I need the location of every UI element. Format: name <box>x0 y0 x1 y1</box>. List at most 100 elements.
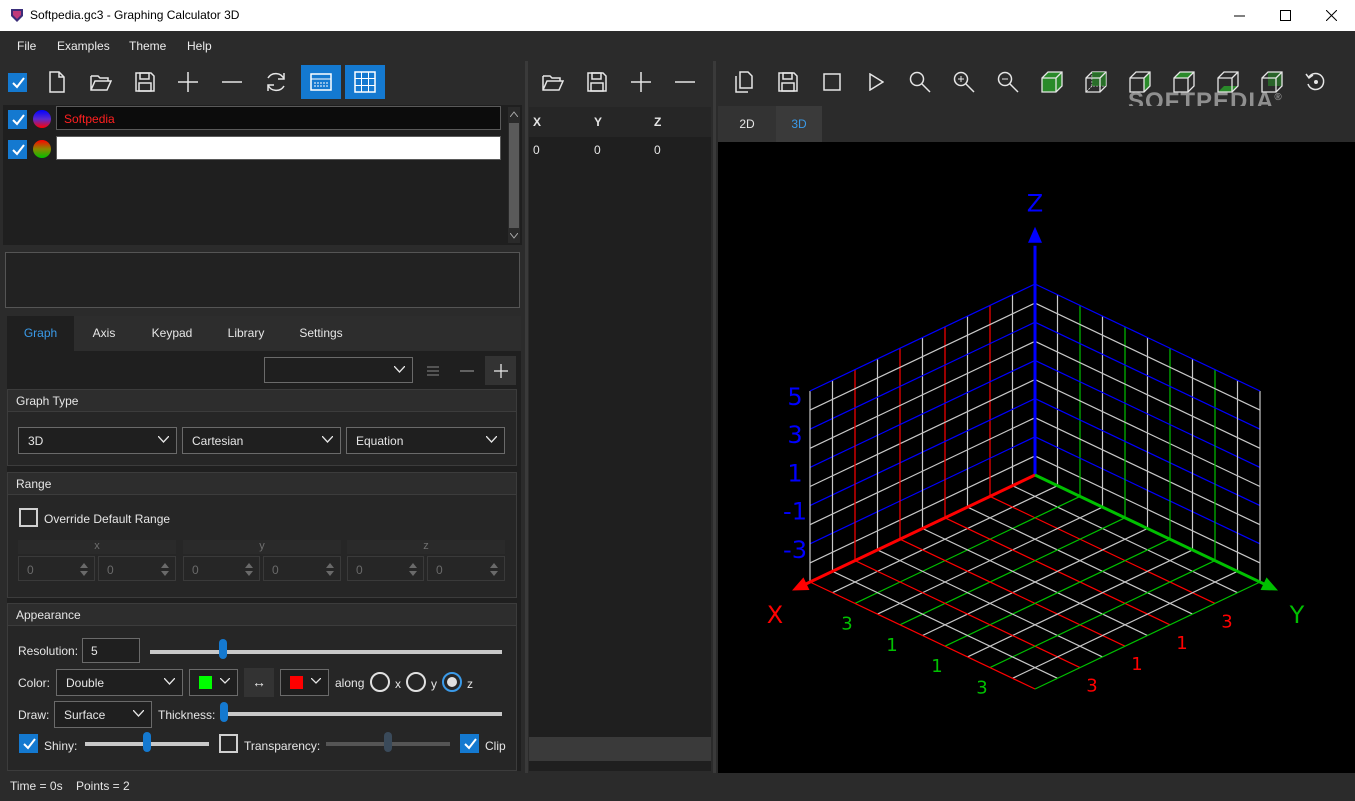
preset-list-button[interactable] <box>417 356 448 385</box>
table-remove-button[interactable] <box>665 65 705 99</box>
color-mode-select[interactable]: Double <box>56 669 183 696</box>
spin-down-icon[interactable] <box>490 571 498 576</box>
range-z-max[interactable]: 0 <box>427 556 505 581</box>
resolution-slider-thumb[interactable] <box>218 639 227 659</box>
tab-3d[interactable]: 3D <box>776 106 822 142</box>
spin-down-icon[interactable] <box>245 571 253 576</box>
zoom-out-button[interactable] <box>988 65 1028 99</box>
color-2-picker[interactable] <box>280 669 329 696</box>
table-save-button[interactable] <box>577 65 617 99</box>
scroll-thumb[interactable] <box>509 123 519 228</box>
range-z-min[interactable]: 0 <box>347 556 424 581</box>
close-button[interactable] <box>1308 0 1354 31</box>
zoom-in-button[interactable] <box>944 65 984 99</box>
play-button[interactable] <box>856 65 896 99</box>
range-y-max[interactable]: 0 <box>263 556 341 581</box>
menu-theme[interactable]: Theme <box>129 39 166 53</box>
clip-checkbox[interactable] <box>460 734 479 753</box>
maximize-button[interactable] <box>1262 0 1308 31</box>
equation-1-color-icon[interactable] <box>32 109 52 129</box>
resolution-slider[interactable] <box>150 650 502 654</box>
spin-up-icon[interactable] <box>409 563 417 568</box>
table-add-button[interactable] <box>621 65 661 99</box>
add-equation-button[interactable] <box>168 65 208 99</box>
select-all-checkbox[interactable] <box>8 73 27 92</box>
spin-up-icon[interactable] <box>161 563 169 568</box>
along-x-radio[interactable] <box>370 672 390 692</box>
table-row[interactable]: 0 0 0 <box>529 139 711 161</box>
equation-1-checkbox[interactable] <box>8 110 27 129</box>
range-x-max[interactable]: 0 <box>98 556 176 581</box>
transparency-slider-thumb[interactable] <box>384 732 392 752</box>
preset-add-button[interactable] <box>485 356 516 385</box>
swap-colors-button[interactable]: ↔ <box>244 668 274 697</box>
spin-down-icon[interactable] <box>409 571 417 576</box>
table-toggle-button[interactable] <box>345 65 385 99</box>
color-1-picker[interactable] <box>189 669 238 696</box>
rotate-button[interactable] <box>1296 65 1336 99</box>
view-front-cube-button[interactable] <box>1076 65 1116 99</box>
spin-down-icon[interactable] <box>161 571 169 576</box>
equation-2-color-icon[interactable] <box>32 139 52 159</box>
menu-file[interactable]: File <box>17 39 36 53</box>
coordinate-select[interactable]: Cartesian <box>182 427 341 454</box>
splitter-right[interactable] <box>713 61 716 773</box>
plot-3d[interactable]: Z X Y 5 3 1 -1 -3 3 1 1 3 3 1 1 3 <box>718 142 1355 773</box>
tab-settings[interactable]: Settings <box>289 316 353 351</box>
thickness-slider[interactable] <box>220 712 502 716</box>
spin-down-icon[interactable] <box>80 571 88 576</box>
resolution-input[interactable]: 5 <box>82 638 140 663</box>
preset-select[interactable] <box>264 357 413 383</box>
open-button[interactable] <box>81 65 121 99</box>
stop-button[interactable] <box>812 65 852 99</box>
thickness-slider-thumb[interactable] <box>220 702 228 722</box>
shiny-checkbox[interactable] <box>19 734 38 753</box>
spin-up-icon[interactable] <box>326 563 334 568</box>
range-x-min[interactable]: 0 <box>18 556 95 581</box>
spin-down-icon[interactable] <box>326 571 334 576</box>
draw-mode-select[interactable]: Surface <box>54 701 152 728</box>
shiny-slider-thumb[interactable] <box>143 732 151 752</box>
transparency-checkbox[interactable] <box>219 734 238 753</box>
range-y-min[interactable]: 0 <box>183 556 260 581</box>
equation-2-input[interactable] <box>56 136 501 160</box>
equation-1-input[interactable]: Softpedia <box>56 106 501 130</box>
plot-canvas[interactable]: Z X Y 5 3 1 -1 -3 3 1 1 3 3 1 1 3 <box>718 142 1355 773</box>
equation-list-scrollbar[interactable] <box>508 107 520 243</box>
form-select[interactable]: Equation <box>346 427 505 454</box>
tab-library[interactable]: Library <box>217 316 275 351</box>
tab-2d[interactable]: 2D <box>718 106 776 142</box>
range-y-label: y <box>183 540 341 554</box>
column-y-header[interactable]: Y <box>594 115 602 129</box>
plot-save-button[interactable] <box>768 65 808 99</box>
tab-graph[interactable]: Graph <box>7 316 74 351</box>
zoom-button[interactable] <box>900 65 940 99</box>
scroll-up-icon[interactable] <box>510 111 518 117</box>
column-x-header[interactable]: X <box>533 115 541 129</box>
copy-button[interactable] <box>724 65 764 99</box>
equation-2-checkbox[interactable] <box>8 140 27 159</box>
remove-equation-button[interactable] <box>212 65 252 99</box>
menu-examples[interactable]: Examples <box>57 39 110 53</box>
override-range-checkbox[interactable] <box>19 508 38 527</box>
tab-axis[interactable]: Axis <box>81 316 127 351</box>
refresh-button[interactable] <box>256 65 296 99</box>
view-solid-cube-button[interactable] <box>1032 65 1072 99</box>
preset-remove-button[interactable] <box>451 356 482 385</box>
spin-up-icon[interactable] <box>245 563 253 568</box>
dimension-select[interactable]: 3D <box>18 427 177 454</box>
tab-keypad[interactable]: Keypad <box>142 316 202 351</box>
splitter-left[interactable] <box>525 61 528 773</box>
column-z-header[interactable]: Z <box>654 115 661 129</box>
spin-up-icon[interactable] <box>490 563 498 568</box>
spin-up-icon[interactable] <box>80 563 88 568</box>
minimize-button[interactable] <box>1216 0 1262 31</box>
menu-help[interactable]: Help <box>187 39 212 53</box>
table-open-button[interactable] <box>533 65 573 99</box>
keypad-toggle-button[interactable] <box>301 65 341 99</box>
save-button[interactable] <box>125 65 165 99</box>
new-button[interactable] <box>37 65 77 99</box>
along-y-radio[interactable] <box>406 672 426 692</box>
scroll-down-icon[interactable] <box>510 233 518 239</box>
along-z-radio[interactable] <box>442 672 462 692</box>
